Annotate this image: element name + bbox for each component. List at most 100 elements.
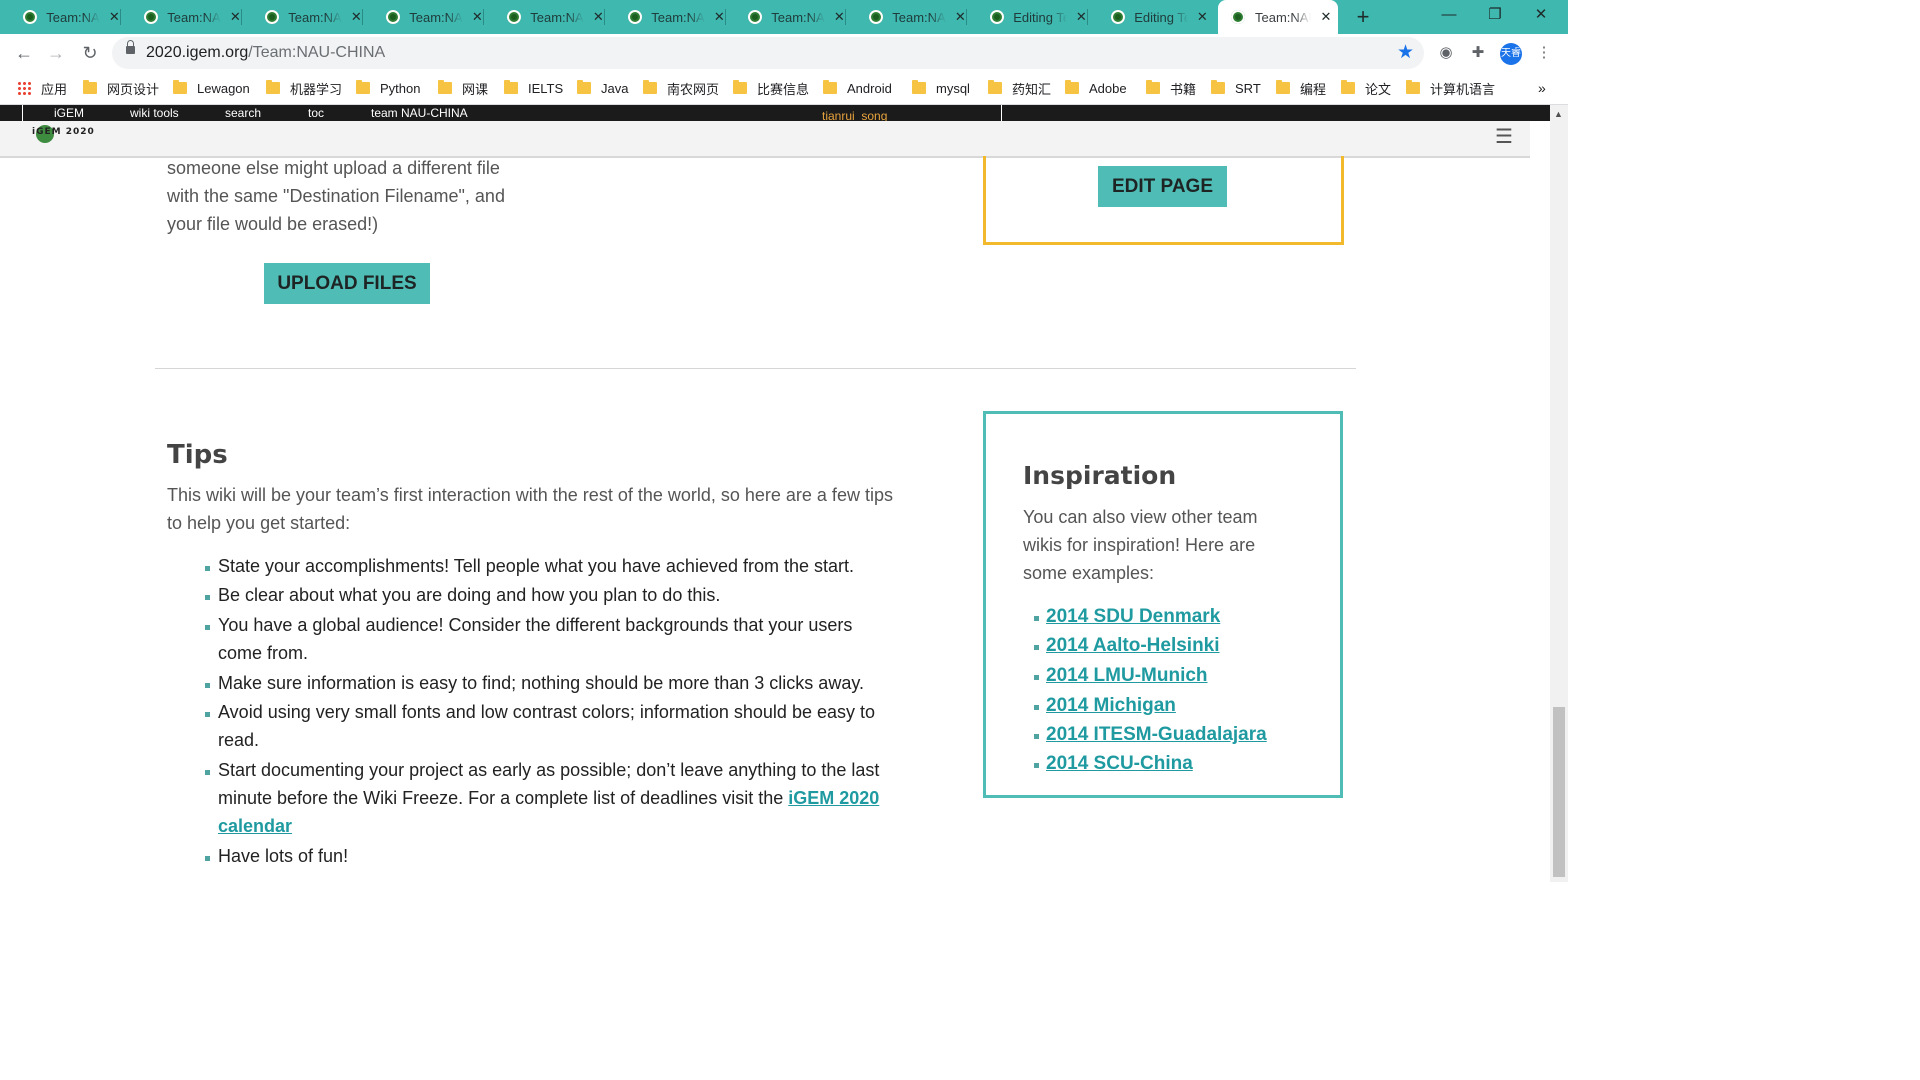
scroll-up-arrow-icon[interactable]: ▲ (1554, 109, 1563, 119)
folder-icon (438, 80, 452, 94)
bookmark-folder[interactable]: Adobe (1065, 79, 1127, 97)
browser-tab[interactable]: Team:NAU-CHINA ✕ (242, 0, 363, 34)
bookmark-folder[interactable]: 编程 (1276, 79, 1326, 97)
tip-text: You have a global audience! Consider the… (218, 615, 853, 663)
browser-tab[interactable]: Editing Team:NAU-CHINA ✕ (967, 0, 1088, 34)
bookmark-folder[interactable]: 药知汇 (988, 79, 1051, 97)
tab-close-icon[interactable]: ✕ (833, 9, 846, 25)
igem-menu-wiki-tools[interactable]: wiki tools (130, 106, 179, 120)
divider (1001, 105, 1002, 121)
incognito-extension-icon[interactable]: ◉ (1435, 42, 1457, 64)
tab-title: Team:NAU-CHINA (46, 9, 100, 25)
bookmark-folder[interactable]: 南农网页 (643, 79, 719, 97)
tab-close-icon[interactable]: ✕ (1319, 9, 1333, 25)
browser-tab[interactable]: Team:NAU-CHINA ✕ (484, 0, 605, 34)
bookmark-apps[interactable]: 应用 (17, 79, 67, 97)
apps-icon (17, 81, 31, 95)
tip-text: Make sure information is easy to find; n… (218, 673, 864, 693)
browser-tab[interactable]: Team:NAU-CHINA ✕ (725, 0, 846, 34)
bookmark-folder[interactable]: mysql (912, 79, 970, 97)
site-header: iGEM 2020 ☰ (0, 121, 1530, 158)
address-bar[interactable]: 2020.igem.org/Team:NAU-CHINA ★ (112, 37, 1424, 69)
back-arrow-icon[interactable]: ← (12, 41, 36, 65)
bookmark-label: Lewagon (197, 80, 250, 96)
bookmark-folder[interactable]: SRT (1211, 79, 1261, 97)
minimize-icon[interactable]: — (1426, 0, 1472, 32)
bookmark-folder[interactable]: Java (577, 79, 628, 97)
igem-menu-team[interactable]: team NAU-CHINA (371, 106, 468, 120)
igem-menu-toc[interactable]: toc (308, 106, 324, 120)
close-window-icon[interactable]: ✕ (1518, 0, 1564, 32)
igem-favicon-icon (264, 9, 280, 25)
browser-tab[interactable]: Team:NAU-CHINA ✕ (605, 0, 726, 34)
tab-close-icon[interactable]: ✕ (1196, 9, 1209, 25)
bookmark-folder[interactable]: 网课 (438, 79, 488, 97)
inspiration-list-item: 2014 LMU-Munich (1034, 664, 1208, 688)
menu-kebab-icon[interactable]: ⋮ (1533, 42, 1555, 64)
bookmark-label: 论文 (1365, 81, 1392, 97)
igem-menu-search[interactable]: search (225, 106, 261, 120)
bookmark-label: mysql (936, 80, 970, 96)
page-scrollbar[interactable]: ▲ (1550, 105, 1568, 882)
folder-icon (83, 80, 97, 94)
bookmark-folder[interactable]: 论文 (1341, 79, 1391, 97)
bookmark-folder[interactable]: 书籍 (1146, 79, 1196, 97)
bookmark-folder[interactable]: 机器学习 (266, 79, 342, 97)
wiki-link[interactable]: 2014 SCU-China (1046, 753, 1193, 774)
tab-close-icon[interactable]: ✕ (108, 9, 121, 25)
reload-icon[interactable]: ↻ (78, 41, 102, 65)
browser-tab[interactable]: Editing Team:NAU-CHINA ✕ (1088, 0, 1209, 34)
edit-page-button[interactable]: EDIT PAGE (1098, 166, 1227, 207)
bookmark-label: 应用 (41, 81, 68, 97)
browser-tab[interactable]: Team:NAU-CHINA ✕ (846, 0, 967, 34)
tip-list-item: Make sure information is easy to find; n… (205, 669, 895, 697)
inspiration-list-item: 2014 SDU Denmark (1034, 605, 1220, 629)
bullet (1034, 645, 1039, 650)
browser-tab[interactable]: Team:NAU-CHINA ✕ (363, 0, 484, 34)
igem-favicon-icon (385, 9, 401, 25)
bookmark-folder[interactable]: 网页设计 (83, 79, 159, 97)
bookmark-folder[interactable]: IELTS (504, 79, 563, 97)
tab-close-icon[interactable]: ✕ (471, 9, 484, 25)
bookmark-folder[interactable]: Python (356, 79, 420, 97)
forward-arrow-icon[interactable]: → (44, 41, 68, 65)
tab-close-icon[interactable]: ✕ (954, 9, 967, 25)
tab-close-icon[interactable]: ✕ (1075, 9, 1088, 25)
upload-files-button[interactable]: UPLOAD FILES (264, 263, 430, 304)
profile-avatar[interactable]: 天睿 (1500, 43, 1522, 65)
browser-tab[interactable]: Team:NAU-CHINA ✕ (0, 0, 121, 34)
bookmark-folder[interactable]: Android (823, 79, 892, 97)
wiki-link[interactable]: 2014 Michigan (1046, 695, 1176, 716)
folder-icon (577, 80, 591, 94)
igem-favicon-icon (143, 9, 159, 25)
wiki-link[interactable]: 2014 ITESM-Guadalajara (1046, 724, 1267, 745)
tab-close-icon[interactable]: ✕ (350, 9, 363, 25)
browser-tab-active[interactable]: Team:NAU-CHINA ✕ (1218, 0, 1338, 34)
wiki-link[interactable]: 2014 LMU-Munich (1046, 665, 1208, 686)
tab-close-icon[interactable]: ✕ (592, 9, 605, 25)
extensions-puzzle-icon[interactable]: ✚ (1467, 42, 1489, 64)
wiki-link[interactable]: 2014 SDU Denmark (1046, 606, 1220, 627)
bookmarks-overflow-icon[interactable]: » (1538, 79, 1546, 97)
igem-favicon-icon (868, 9, 884, 25)
bookmark-folder[interactable]: Lewagon (173, 79, 250, 97)
folder-icon (356, 80, 370, 94)
bullet (205, 566, 210, 571)
browser-tab[interactable]: Team:NAU-CHINA ✕ (121, 0, 242, 34)
new-tab-icon[interactable]: + (1352, 5, 1374, 29)
tab-title: Team:NAU-CHINA (288, 9, 342, 25)
scrollbar-thumb[interactable] (1553, 707, 1565, 877)
bookmark-label: IELTS (528, 80, 564, 96)
wiki-link[interactable]: 2014 Aalto-Helsinki (1046, 635, 1220, 656)
igem-menu-igem[interactable]: iGEM (54, 106, 84, 120)
bookmark-star-icon[interactable]: ★ (1397, 41, 1414, 64)
tab-title: Editing Team:NAU-CHINA (1013, 9, 1067, 25)
tab-close-icon[interactable]: ✕ (713, 9, 726, 25)
restore-icon[interactable]: ❐ (1472, 0, 1518, 32)
bookmark-folder[interactable]: 计算机语言 (1406, 79, 1495, 97)
bookmark-folder[interactable]: 比赛信息 (733, 79, 809, 97)
folder-icon (1146, 80, 1160, 94)
tab-close-icon[interactable]: ✕ (229, 9, 242, 25)
hamburger-menu-icon[interactable]: ☰ (1495, 124, 1513, 149)
tip-list-item: You have a global audience! Consider the… (205, 611, 895, 667)
